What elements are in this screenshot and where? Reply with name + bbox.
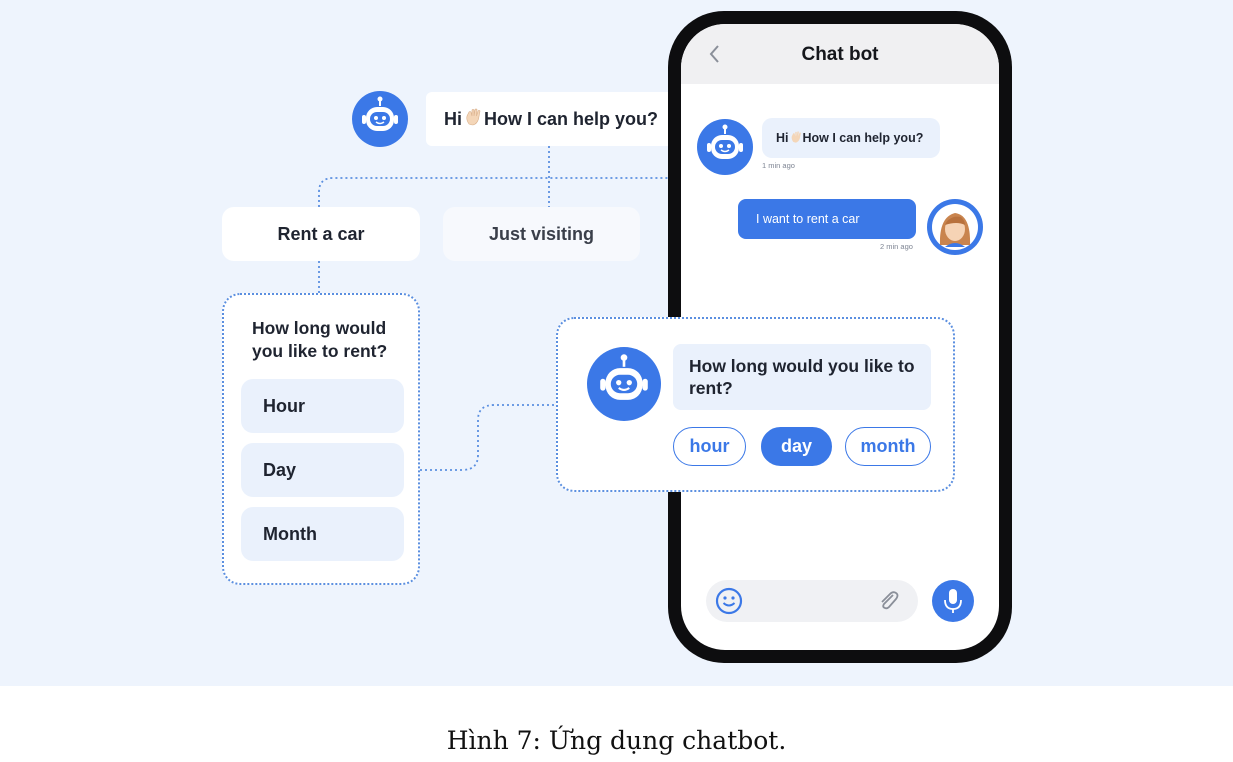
waving-hand-icon <box>463 107 483 132</box>
choice-rent-a-car[interactable]: Rent a car <box>222 207 420 261</box>
rent-duration-question: How long would you like to rent? <box>252 318 388 361</box>
microphone-icon[interactable] <box>932 580 974 622</box>
message-input[interactable] <box>706 580 918 622</box>
pill-month[interactable]: month <box>845 427 931 466</box>
bot-message: Hi How I can help you? <box>762 118 940 158</box>
greeting-text: Hi <box>444 108 462 129</box>
robot-icon <box>697 119 753 175</box>
robot-icon <box>587 347 661 421</box>
option-hour[interactable]: Hour <box>241 379 404 433</box>
pill-hour[interactable]: hour <box>673 427 746 466</box>
option-day[interactable]: Day <box>241 443 404 497</box>
choice-just-visiting[interactable]: Just visiting <box>443 207 640 261</box>
greeting-text-rest: How I can help you? <box>484 108 659 129</box>
waving-hand-icon <box>789 130 803 147</box>
pill-day[interactable]: day <box>761 427 832 466</box>
paperclip-icon[interactable] <box>876 588 902 614</box>
figure-caption: Hình 7: Ứng dụng chatbot. <box>446 726 787 755</box>
option-month[interactable]: Month <box>241 507 404 561</box>
rent-duration-popup: How long would you like to rent? hour da… <box>556 317 955 492</box>
chat-header: Chat bot <box>681 24 999 84</box>
emoji-icon[interactable] <box>714 586 744 616</box>
greeting-message: Hi How I can help you? <box>426 92 672 146</box>
user-timestamp: 2 min ago <box>880 242 913 251</box>
user-avatar <box>927 199 983 255</box>
rent-duration-panel: How long would you like to rent? Hour Da… <box>222 293 420 585</box>
robot-icon <box>352 91 408 147</box>
bot-message-text-rest: How I can help you? <box>802 131 924 145</box>
user-message: I want to rent a car <box>738 199 916 239</box>
bot-timestamp: 1 min ago <box>762 161 795 170</box>
chat-title: Chat bot <box>801 44 879 65</box>
popup-question: How long would you like to rent? <box>673 344 931 410</box>
bot-message-text: Hi <box>776 131 789 145</box>
